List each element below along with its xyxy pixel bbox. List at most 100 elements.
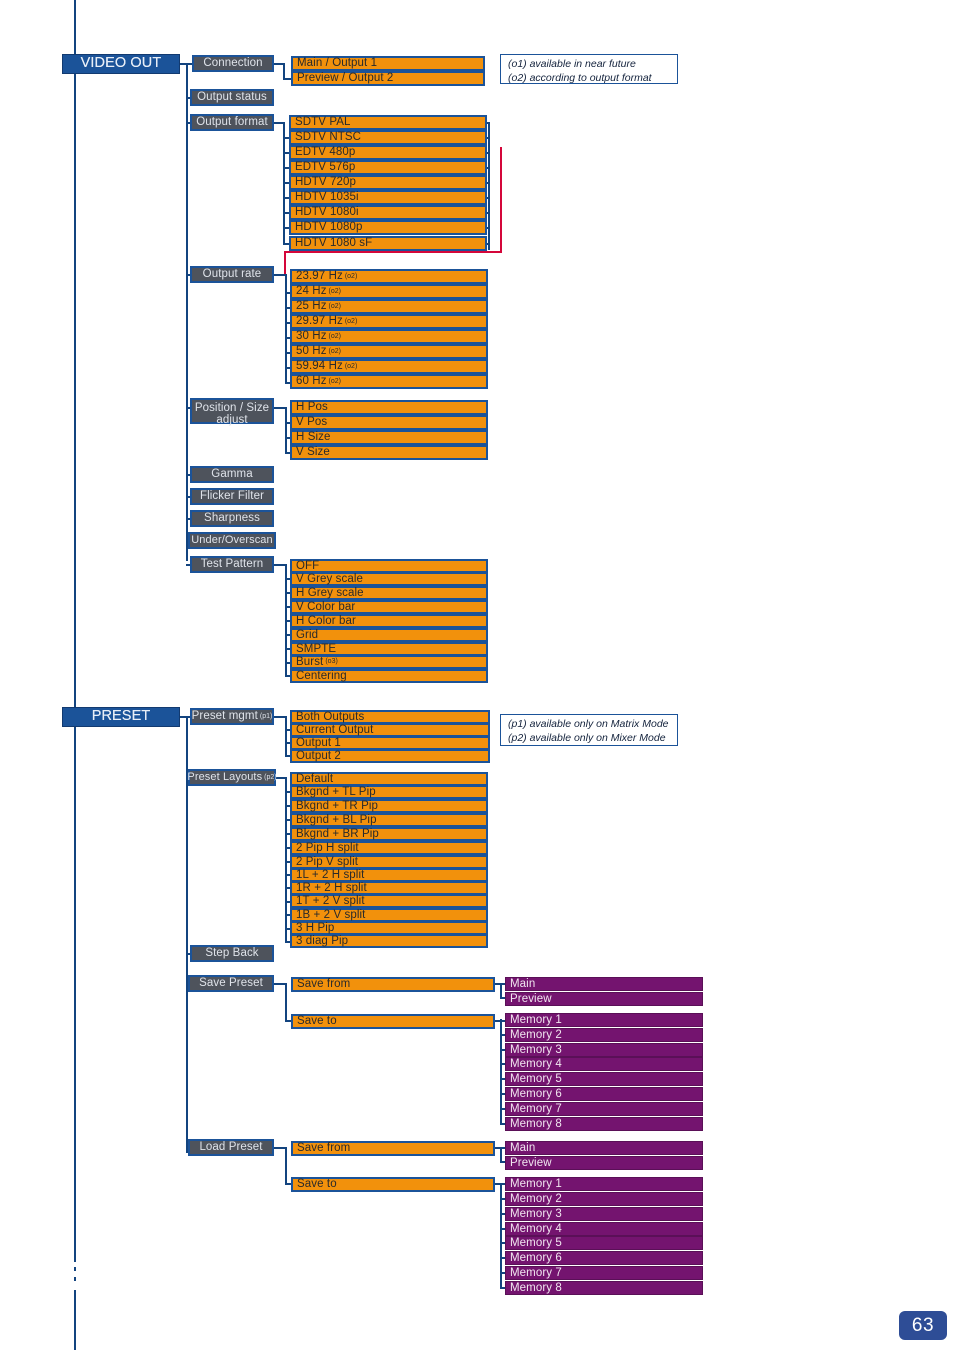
option-layout-3-h-pip[interactable]: 3 H Pip bbox=[290, 921, 488, 935]
option-rate-30[interactable]: 30 Hz (o2) bbox=[290, 329, 488, 344]
option-current-output[interactable]: Current Output bbox=[290, 723, 490, 737]
option-output-2[interactable]: Output 2 bbox=[290, 749, 490, 763]
option-output-1[interactable]: Output 1 bbox=[290, 736, 490, 750]
option-main-output-1[interactable]: Main / Output 1 bbox=[291, 56, 485, 71]
option-save-from[interactable]: Save from bbox=[291, 977, 495, 992]
option-load-to-memory-5[interactable]: Memory 5 bbox=[505, 1236, 703, 1250]
option-rate-24[interactable]: 24 Hz (o2) bbox=[290, 284, 488, 299]
option-save-to-memory-3[interactable]: Memory 3 bbox=[505, 1043, 703, 1057]
option-layout-1t-2v-split[interactable]: 1T + 2 V split bbox=[290, 894, 488, 908]
option-load-to-memory-1[interactable]: Memory 1 bbox=[505, 1177, 703, 1191]
option-load-to-memory-8[interactable]: Memory 8 bbox=[505, 1281, 703, 1295]
option-hdtv-720p[interactable]: HDTV 720p bbox=[289, 175, 487, 190]
option-hdtv-1080i[interactable]: HDTV 1080i bbox=[289, 205, 487, 220]
option-tp-grid[interactable]: Grid bbox=[290, 628, 488, 642]
menu-test-pattern[interactable]: Test Pattern bbox=[190, 556, 274, 573]
option-layout-bkgnd-tl-pip[interactable]: Bkgnd + TL Pip bbox=[290, 785, 488, 799]
option-save-from-preview[interactable]: Preview bbox=[505, 992, 703, 1006]
option-v-size[interactable]: V Size bbox=[290, 445, 488, 460]
option-load-to-memory-3[interactable]: Memory 3 bbox=[505, 1207, 703, 1221]
option-sdtv-pal[interactable]: SDTV PAL bbox=[289, 115, 487, 130]
menu-output-format[interactable]: Output format bbox=[190, 114, 274, 131]
option-rate-60[interactable]: 60 Hz (o2) bbox=[290, 374, 488, 389]
option-save-to-memory-5[interactable]: Memory 5 bbox=[505, 1072, 703, 1086]
option-edtv-576p[interactable]: EDTV 576p bbox=[289, 160, 487, 175]
footnote-ref-o2: (o2) bbox=[328, 377, 341, 385]
option-layout-2-pip-h-split[interactable]: 2 Pip H split bbox=[290, 841, 488, 855]
option-tp-off[interactable]: OFF bbox=[290, 559, 488, 573]
menu-flicker-filter[interactable]: Flicker Filter bbox=[190, 488, 274, 505]
menu-position-size-line1: Position / Size bbox=[194, 402, 270, 414]
section-banner-preset[interactable]: PRESET bbox=[62, 707, 180, 727]
menu-load-preset[interactable]: Load Preset bbox=[188, 1139, 274, 1156]
option-layout-bkgnd-br-pip[interactable]: Bkgnd + BR Pip bbox=[290, 827, 488, 841]
menu-preset-layouts[interactable]: Preset Layouts (p2) bbox=[187, 769, 277, 786]
option-sdtv-ntsc[interactable]: SDTV NTSC bbox=[289, 130, 487, 145]
option-rate-50[interactable]: 50 Hz (o2) bbox=[290, 344, 488, 359]
menu-gamma[interactable]: Gamma bbox=[190, 466, 274, 483]
option-rate-25[interactable]: 25 Hz (o2) bbox=[290, 299, 488, 314]
option-layout-1b-2v-split[interactable]: 1B + 2 V split bbox=[290, 908, 488, 922]
footnote-ref-p1: (p1) bbox=[259, 712, 273, 720]
note-box-preset: (p1) available only on Matrix Mode (p2) … bbox=[500, 714, 678, 746]
option-load-to-memory-6[interactable]: Memory 6 bbox=[505, 1251, 703, 1265]
option-load-save-to[interactable]: Save to bbox=[291, 1177, 495, 1192]
menu-under-overscan[interactable]: Under/Overscan bbox=[188, 532, 276, 549]
menu-preset-mgmt[interactable]: Preset mgmt (p1) bbox=[190, 708, 274, 725]
option-hdtv-1080p[interactable]: HDTV 1080p bbox=[289, 220, 487, 235]
option-layout-1l-2h-split[interactable]: 1L + 2 H split bbox=[290, 868, 488, 882]
option-load-save-from[interactable]: Save from bbox=[291, 1141, 495, 1156]
option-hdtv-1080-sf[interactable]: HDTV 1080 sF bbox=[289, 236, 487, 251]
section-banner-video-out[interactable]: VIDEO OUT bbox=[62, 54, 180, 74]
option-save-to-memory-6[interactable]: Memory 6 bbox=[505, 1087, 703, 1101]
option-tp-smpte[interactable]: SMPTE bbox=[290, 642, 488, 656]
option-h-pos[interactable]: H Pos bbox=[290, 400, 488, 415]
option-rate-2997[interactable]: 29.97 Hz (o2) bbox=[290, 314, 488, 329]
menu-position-size-adjust[interactable]: Position / Size adjust bbox=[190, 398, 274, 427]
option-layout-bkgnd-bl-pip[interactable]: Bkgnd + BL Pip bbox=[290, 813, 488, 827]
option-load-to-memory-4[interactable]: Memory 4 bbox=[505, 1222, 703, 1236]
menu-sharpness[interactable]: Sharpness bbox=[190, 510, 274, 527]
option-load-from-main[interactable]: Main bbox=[505, 1141, 703, 1155]
option-layout-default[interactable]: Default bbox=[290, 772, 488, 786]
menu-save-preset[interactable]: Save Preset bbox=[188, 975, 274, 992]
bus-output-rate bbox=[285, 274, 287, 382]
option-rate-2397[interactable]: 23.97 Hz (o2) bbox=[290, 269, 488, 284]
option-tp-v-grey-scale[interactable]: V Grey scale bbox=[290, 572, 488, 586]
option-v-pos[interactable]: V Pos bbox=[290, 415, 488, 430]
menu-output-status[interactable]: Output status bbox=[190, 89, 274, 106]
option-load-to-memory-7[interactable]: Memory 7 bbox=[505, 1266, 703, 1280]
option-save-to-memory-7[interactable]: Memory 7 bbox=[505, 1102, 703, 1116]
option-layout-2-pip-v-split[interactable]: 2 Pip V split bbox=[290, 855, 488, 869]
option-save-to-memory-4[interactable]: Memory 4 bbox=[505, 1057, 703, 1071]
menu-output-rate[interactable]: Output rate bbox=[190, 266, 274, 283]
option-edtv-480p[interactable]: EDTV 480p bbox=[289, 145, 487, 160]
option-save-to-memory-8[interactable]: Memory 8 bbox=[505, 1117, 703, 1131]
option-tp-h-grey-scale[interactable]: H Grey scale bbox=[290, 586, 488, 600]
option-preview-output-2[interactable]: Preview / Output 2 bbox=[291, 71, 485, 86]
option-both-outputs[interactable]: Both Outputs bbox=[290, 710, 490, 724]
option-tp-burst-label: Burst bbox=[296, 655, 324, 668]
option-save-to-memory-2[interactable]: Memory 2 bbox=[505, 1028, 703, 1042]
red-bracket-bottom bbox=[284, 251, 502, 253]
option-load-to-memory-2[interactable]: Memory 2 bbox=[505, 1192, 703, 1206]
option-tp-burst[interactable]: Burst (o3) bbox=[290, 655, 488, 669]
option-tp-centering[interactable]: Centering bbox=[290, 669, 488, 683]
note-o2: (o2) according to output format bbox=[508, 71, 652, 84]
option-layout-1r-2h-split[interactable]: 1R + 2 H split bbox=[290, 881, 488, 895]
menu-connection[interactable]: Connection bbox=[192, 55, 274, 72]
menu-step-back[interactable]: Step Back bbox=[190, 945, 274, 962]
option-layout-3-diag-pip[interactable]: 3 diag Pip bbox=[290, 934, 488, 948]
collector-output-format bbox=[488, 122, 490, 250]
option-h-size[interactable]: H Size bbox=[290, 430, 488, 445]
menu-position-size-line2: adjust bbox=[216, 414, 248, 427]
option-save-to[interactable]: Save to bbox=[291, 1014, 495, 1029]
option-save-from-main[interactable]: Main bbox=[505, 977, 703, 991]
option-hdtv-1035i[interactable]: HDTV 1035i bbox=[289, 190, 487, 205]
option-rate-5994[interactable]: 59.94 Hz (o2) bbox=[290, 359, 488, 374]
option-tp-h-color-bar[interactable]: H Color bar bbox=[290, 614, 488, 628]
option-save-to-memory-1[interactable]: Memory 1 bbox=[505, 1013, 703, 1027]
option-tp-v-color-bar[interactable]: V Color bar bbox=[290, 600, 488, 614]
option-load-from-preview[interactable]: Preview bbox=[505, 1156, 703, 1170]
option-layout-bkgnd-tr-pip[interactable]: Bkgnd + TR Pip bbox=[290, 799, 488, 813]
